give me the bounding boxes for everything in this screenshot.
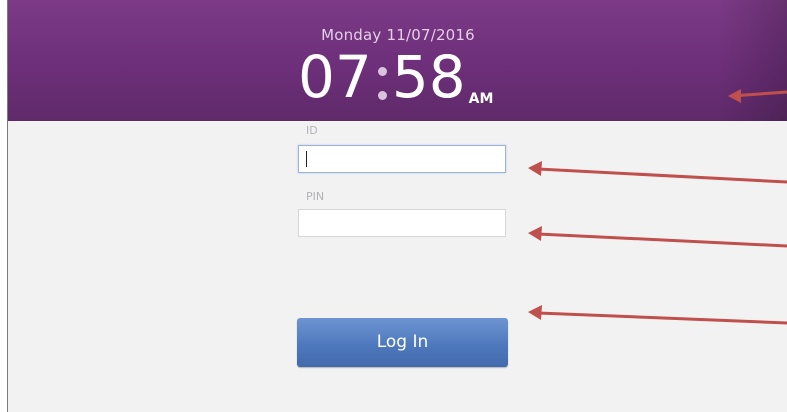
time-hours: 07 (298, 43, 372, 111)
login-screen: Monday 11/07/2016 07 58 AM ID PIN Log In (7, 0, 787, 412)
time-colon (372, 41, 392, 113)
pin-input[interactable] (298, 209, 506, 237)
time-minutes: 58 (391, 43, 466, 111)
pin-label: PIN (306, 190, 325, 203)
time-ampm: AM (468, 91, 494, 107)
text-cursor (306, 151, 307, 167)
time-display: 07 58 AM (298, 41, 493, 121)
screenshot: Monday 11/07/2016 07 58 AM ID PIN Log In (0, 0, 787, 412)
header-shade (718, 0, 787, 121)
id-input[interactable] (298, 145, 506, 173)
id-label: ID (306, 124, 318, 137)
login-button[interactable]: Log In (297, 318, 508, 367)
clock-header: Monday 11/07/2016 07 58 AM (8, 0, 787, 121)
